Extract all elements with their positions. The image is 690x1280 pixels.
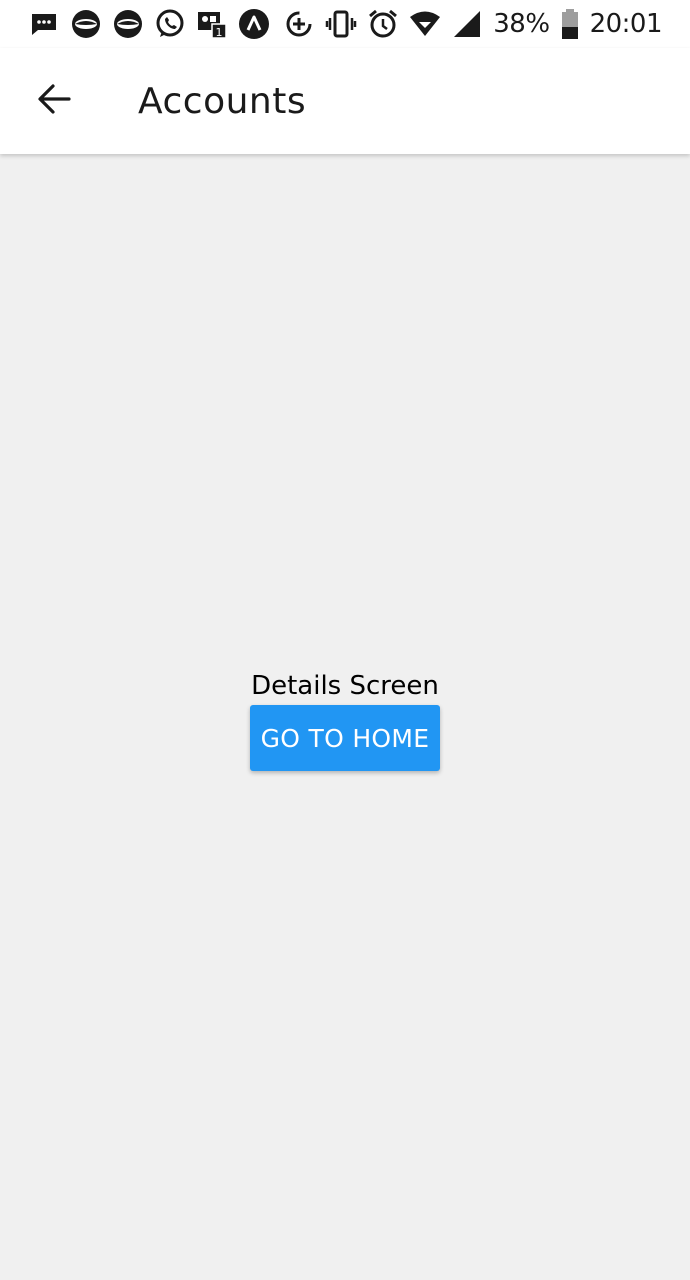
data-saver-icon [283, 8, 315, 40]
voicemail-icon: 1 [196, 8, 228, 40]
whatsapp-icon [154, 8, 186, 40]
alarm-icon [367, 8, 399, 40]
system-status: 38% 20:01 [283, 8, 663, 40]
details-heading: Details Screen [251, 671, 439, 701]
back-button[interactable] [24, 71, 84, 131]
lips-icon [112, 8, 144, 40]
cell-signal-icon [451, 8, 483, 40]
lips-icon [70, 8, 102, 40]
svg-text:1: 1 [216, 26, 223, 39]
vibrate-icon [325, 8, 357, 40]
wifi-icon [409, 8, 441, 40]
details-content: Details Screen GO TO HOME [0, 154, 690, 1280]
notification-icons: 1 [28, 8, 270, 40]
page-title: Accounts [138, 80, 307, 122]
message-icon [28, 8, 60, 40]
battery-percent: 38% [493, 9, 550, 39]
battery-icon [560, 8, 580, 40]
status-bar: 1 38% 20:01 [0, 0, 690, 48]
go-to-home-button[interactable]: GO TO HOME [250, 705, 440, 771]
app-bar: Accounts [0, 48, 690, 154]
expo-icon [238, 8, 270, 40]
arrow-left-icon [36, 81, 72, 122]
clock: 20:01 [589, 9, 663, 39]
